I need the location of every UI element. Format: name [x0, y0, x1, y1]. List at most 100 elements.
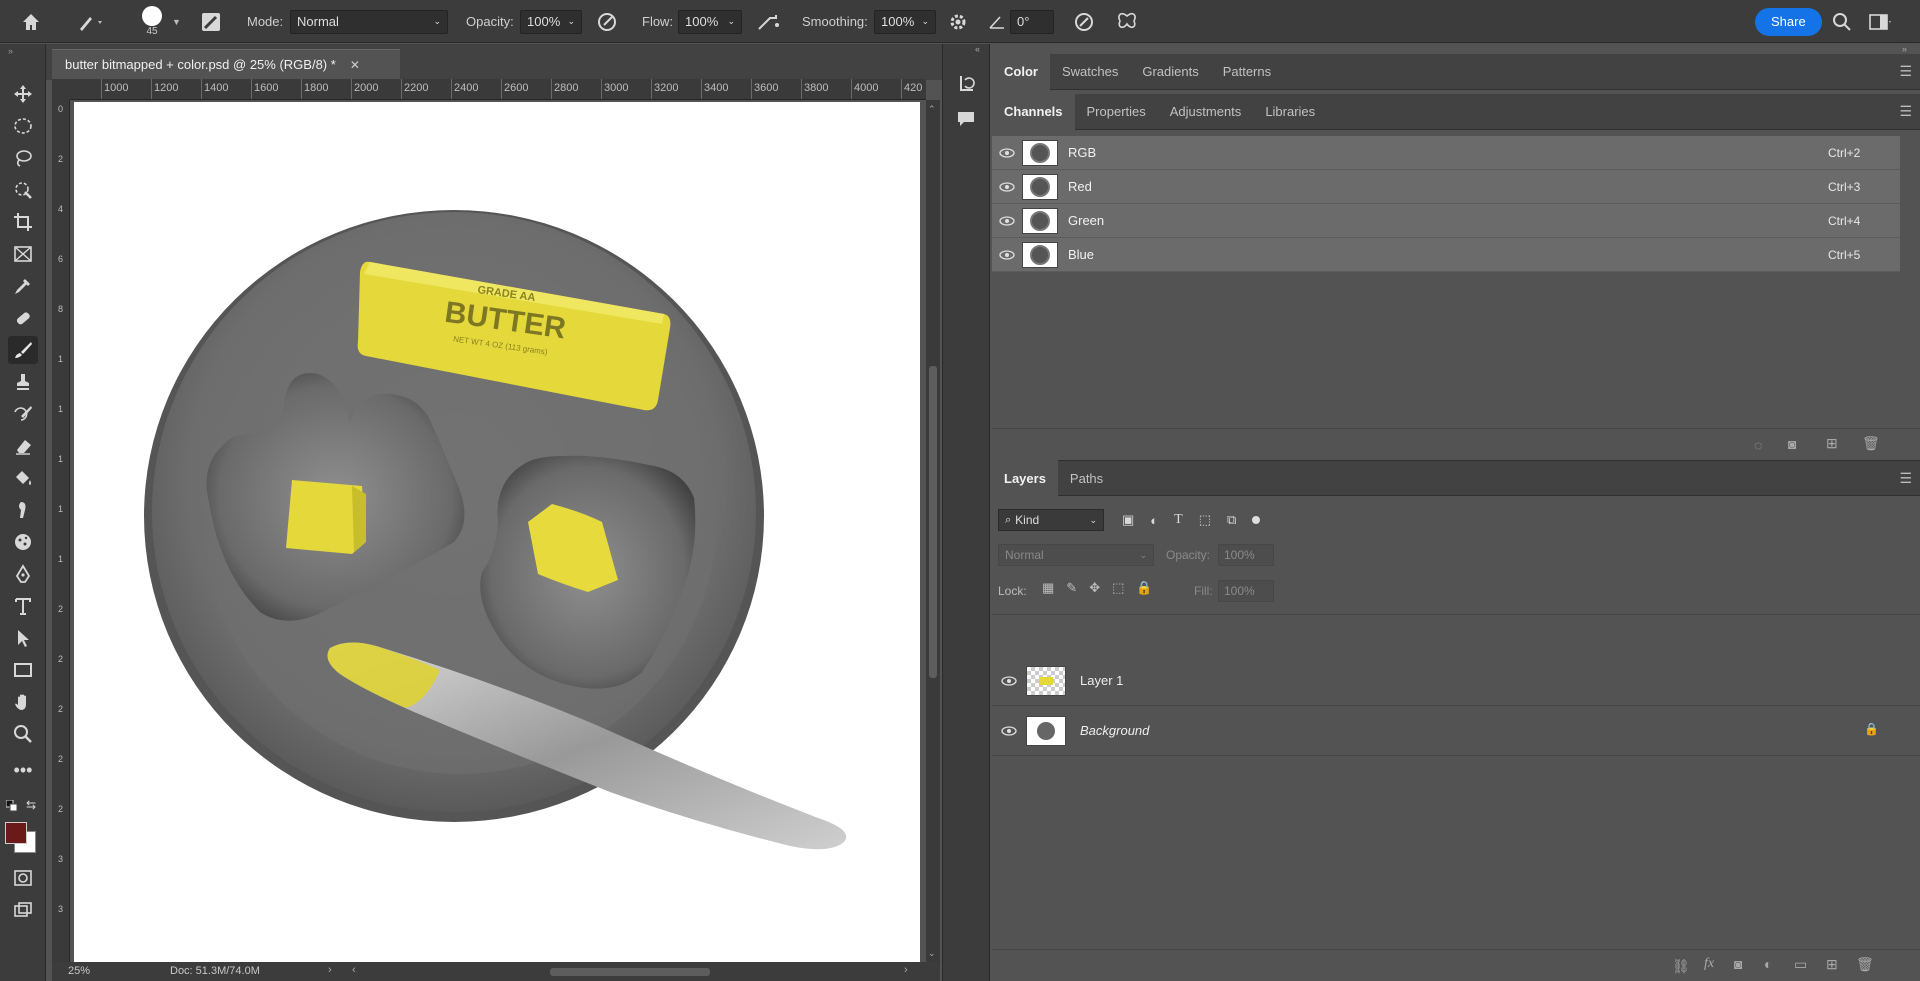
chevron-right-icon[interactable]: › [328, 964, 332, 976]
tab-adjustments[interactable]: Adjustments [1158, 94, 1254, 130]
screen-mode-icon[interactable] [8, 896, 38, 924]
tab-channels[interactable]: Channels [992, 93, 1075, 130]
frame-tool-icon[interactable] [8, 240, 38, 268]
channel-row-green[interactable]: Green Ctrl+4 [992, 204, 1900, 238]
healing-brush-tool-icon[interactable] [8, 304, 38, 332]
history-panel-icon[interactable] [955, 72, 977, 97]
collapse-panels-icon[interactable]: » [1902, 44, 1907, 54]
new-channel-icon[interactable]: ⊞ [1826, 435, 1838, 452]
tab-layers[interactable]: Layers [992, 460, 1058, 496]
brush-tool-icon[interactable] [8, 336, 38, 364]
layer-fill-field[interactable]: 100% [1218, 580, 1274, 602]
history-brush-tool-icon[interactable] [8, 400, 38, 428]
home-icon[interactable] [20, 0, 42, 43]
share-button[interactable]: Share [1755, 7, 1822, 36]
move-tool-icon[interactable] [8, 80, 38, 108]
tab-properties[interactable]: Properties [1075, 94, 1158, 130]
add-mask-icon[interactable]: ◙ [1734, 956, 1742, 972]
document-tab[interactable]: butter bitmapped + color.psd @ 25% (RGB/… [52, 49, 400, 79]
scroll-right-icon[interactable]: › [904, 964, 908, 976]
lock-position-icon[interactable]: ✥ [1089, 580, 1100, 596]
trash-icon[interactable]: 🗑 [1862, 435, 1880, 452]
type-tool-icon[interactable] [8, 592, 38, 620]
blend-mode-select[interactable]: Normal ⌄ [998, 544, 1154, 566]
channel-row-blue[interactable]: Blue Ctrl+5 [992, 238, 1900, 272]
hand-tool-icon[interactable] [8, 688, 38, 716]
load-selection-icon[interactable]: ◌ [1754, 437, 1762, 453]
tab-color[interactable]: Color [992, 53, 1050, 90]
more-tools-icon[interactable]: ••• [8, 756, 38, 784]
close-icon[interactable]: ✕ [350, 58, 360, 72]
channel-row-red[interactable]: Red Ctrl+3 [992, 170, 1900, 204]
lock-image-pixels-icon[interactable]: ✎ [1066, 580, 1077, 596]
default-colors-icon[interactable] [5, 799, 18, 812]
filter-pixel-icon[interactable]: ▣ [1122, 512, 1134, 528]
quick-mask-icon[interactable] [8, 864, 38, 892]
expand-dock-icon[interactable]: « [975, 44, 980, 54]
panel-menu-icon[interactable]: ☰ [1899, 63, 1912, 80]
chevron-down-icon[interactable]: ▼ [172, 0, 181, 43]
layer-style-fx-icon[interactable]: fx [1704, 956, 1714, 972]
filter-smart-object-icon[interactable]: ⧉ [1227, 512, 1236, 528]
search-icon[interactable] [1832, 0, 1852, 43]
panel-menu-icon[interactable]: ☰ [1899, 103, 1912, 120]
angle-field[interactable]: 0° [1010, 9, 1054, 34]
eye-icon[interactable] [992, 249, 1022, 260]
filter-toggle-icon[interactable] [1252, 516, 1261, 524]
eye-icon[interactable] [992, 725, 1026, 736]
eye-icon[interactable] [992, 147, 1022, 158]
layer-row-layer-1[interactable]: Layer 1 [992, 656, 1920, 706]
layer-opacity-field[interactable]: 100% [1218, 544, 1274, 566]
layer-row-background[interactable]: Background 🔒 [992, 706, 1920, 756]
document-canvas[interactable]: GRADE AA BUTTER NET WT 4 OZ (113 grams) [74, 102, 920, 966]
clone-stamp-tool-icon[interactable] [8, 368, 38, 396]
tab-swatches[interactable]: Swatches [1050, 54, 1130, 90]
foreground-color-swatch[interactable] [5, 822, 27, 844]
mode-select[interactable]: Normal ⌄ [290, 9, 448, 34]
eye-icon[interactable] [992, 181, 1022, 192]
save-selection-icon[interactable]: ◙ [1788, 436, 1796, 452]
rectangle-tool-icon[interactable] [8, 656, 38, 684]
symmetry-butterfly-icon[interactable] [1115, 0, 1139, 43]
new-group-icon[interactable]: ▭ [1794, 956, 1807, 973]
crop-tool-icon[interactable] [8, 208, 38, 236]
eraser-tool-icon[interactable] [8, 432, 38, 460]
pen-tool-icon[interactable] [8, 560, 38, 588]
scroll-up-icon[interactable]: ⌃ [928, 104, 936, 115]
horizontal-scroll-thumb[interactable] [550, 968, 710, 976]
brush-settings-icon[interactable] [200, 0, 222, 43]
lock-artboard-icon[interactable]: ⬚ [1112, 580, 1124, 596]
zoom-tool-icon[interactable] [8, 720, 38, 748]
swap-colors-icon[interactable]: ⇆ [26, 798, 36, 812]
vertical-scrollbar[interactable]: ⌃ ⌄ [926, 100, 940, 962]
eyedropper-tool-icon[interactable] [8, 272, 38, 300]
gear-icon[interactable] [948, 0, 968, 43]
adjustment-layer-icon[interactable]: ◐ [1764, 956, 1772, 972]
scroll-thumb[interactable] [929, 366, 937, 678]
smudge-tool-icon[interactable] [8, 496, 38, 524]
path-selection-tool-icon[interactable] [8, 624, 38, 652]
eye-icon[interactable] [992, 215, 1022, 226]
sponge-tool-icon[interactable] [8, 528, 38, 556]
scroll-left-icon[interactable]: ‹ [352, 964, 356, 976]
channel-row-rgb[interactable]: RGB Ctrl+2 [992, 136, 1900, 170]
tab-libraries[interactable]: Libraries [1253, 94, 1327, 130]
trash-icon[interactable]: 🗑 [1856, 956, 1874, 973]
tab-patterns[interactable]: Patterns [1211, 54, 1283, 90]
filter-type-icon[interactable]: T [1174, 512, 1183, 528]
zoom-level[interactable]: 25% [68, 965, 90, 977]
quick-selection-tool-icon[interactable] [8, 176, 38, 204]
panel-menu-icon[interactable]: ☰ [1899, 470, 1912, 487]
collapse-toolbar-icon[interactable]: » [8, 46, 13, 56]
airbrush-icon[interactable] [756, 0, 782, 43]
paint-bucket-tool-icon[interactable] [8, 464, 38, 492]
opacity-field[interactable]: 100% ⌄ [520, 9, 582, 34]
new-layer-icon[interactable]: ⊞ [1826, 956, 1838, 973]
lock-transparent-pixels-icon[interactable]: ▦ [1042, 580, 1054, 596]
filter-adjustment-icon[interactable]: ◐ [1150, 513, 1158, 528]
pressure-opacity-icon[interactable] [596, 0, 618, 43]
eye-icon[interactable] [992, 675, 1026, 686]
brush-size-picker[interactable]: 45 [142, 0, 162, 43]
filter-shape-icon[interactable]: ⬚ [1199, 512, 1211, 528]
link-layers-icon[interactable]: ⛓ [1672, 958, 1690, 975]
